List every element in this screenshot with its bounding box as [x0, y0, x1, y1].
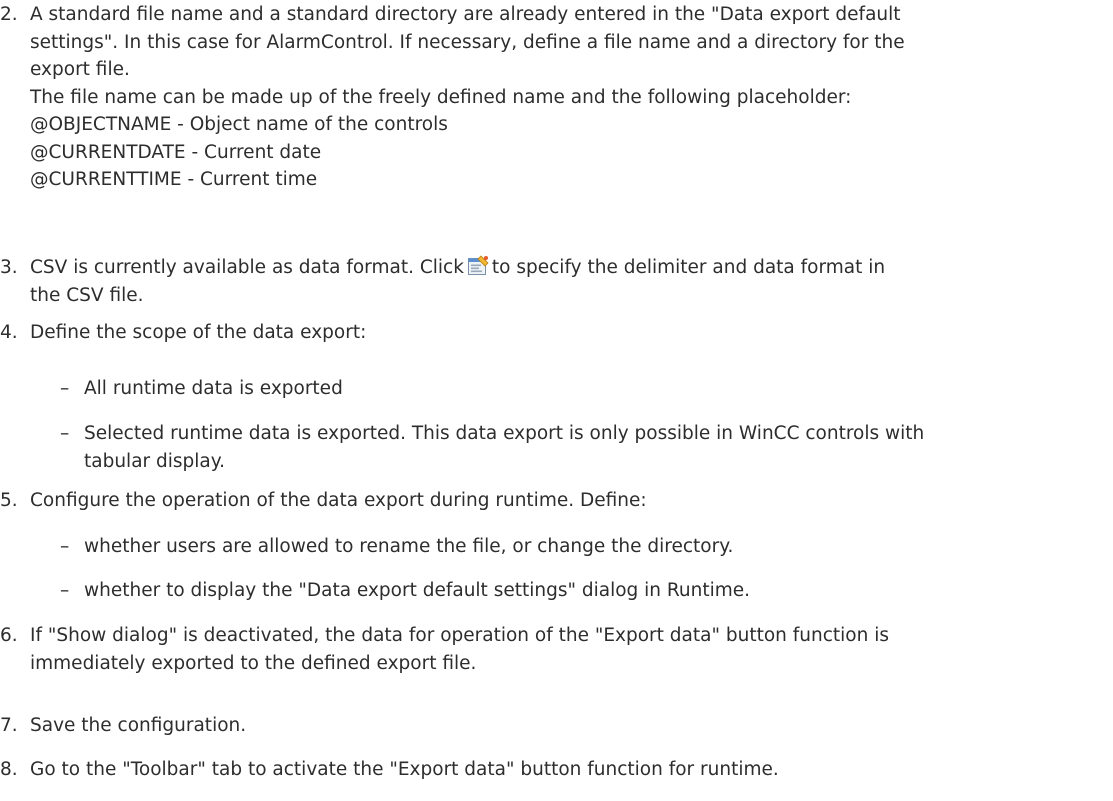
text-line: whether users are allowed to rename the … [84, 536, 734, 557]
step-number: 5. [0, 490, 18, 511]
option-text: whether to display the "Data export defa… [84, 577, 1112, 605]
step-text: If "Show dialog" is deactivated, the dat… [30, 622, 1112, 677]
text-line: whether to display the "Data export defa… [84, 580, 751, 601]
option-text: whether users are allowed to rename the … [84, 533, 1112, 561]
step-text: A standard file name and a standard dire… [30, 1, 1112, 194]
placeholder-currenttime: @CURRENTTIME - Current time [30, 169, 318, 190]
placeholder-objectname: @OBJECTNAME - Object name of the control… [30, 114, 448, 135]
step-text: Save the configuration. [30, 712, 1112, 740]
text-after-icon: to specify the delimiter and data format… [491, 257, 886, 278]
text-line: Save the configuration. [30, 715, 247, 736]
text-line: CSV is currently available as data forma… [30, 254, 1112, 282]
text-line: A standard file name and a standard dire… [30, 4, 901, 25]
step-number: 8. [0, 759, 18, 780]
option-text: Selected runtime data is exported. This … [84, 420, 1112, 475]
step-text: Go to the "Toolbar" tab to activate the … [30, 756, 1112, 784]
text-line: The file name can be made up of the free… [30, 86, 852, 108]
step-number: 2. [0, 4, 18, 25]
text-line: settings". In this case for AlarmControl… [30, 31, 905, 53]
dash-bullet: – [60, 378, 70, 399]
dash-bullet: – [60, 423, 70, 444]
text-line: tabular display. [84, 450, 225, 472]
option-text: All runtime data is exported [84, 375, 1112, 403]
settings-dialog-icon [467, 255, 489, 277]
step-text: Configure the operation of the data expo… [30, 487, 1112, 515]
text-line: Define the scope of the data export: [30, 322, 367, 343]
step-text: CSV is currently available as data forma… [30, 254, 1112, 309]
dash-bullet: – [60, 536, 70, 557]
text-line: Configure the operation of the data expo… [30, 490, 647, 511]
step-number: 7. [0, 715, 18, 736]
step-text: Define the scope of the data export: [30, 319, 1112, 347]
text-line: the CSV file. [30, 284, 144, 306]
text-line: Go to the "Toolbar" tab to activate the … [30, 759, 779, 780]
step-number: 3. [0, 257, 18, 278]
step-number: 4. [0, 322, 18, 343]
text-before-icon: CSV is currently available as data forma… [30, 257, 464, 278]
text-line: If "Show dialog" is deactivated, the dat… [30, 625, 889, 646]
step-number: 6. [0, 625, 18, 646]
dash-bullet: – [60, 580, 70, 601]
placeholder-currentdate: @CURRENTDATE - Current date [30, 141, 322, 163]
text-line: All runtime data is exported [84, 378, 343, 399]
text-line: export file. [30, 59, 130, 80]
text-line: Selected runtime data is exported. This … [84, 423, 925, 444]
text-line: immediately exported to the defined expo… [30, 652, 477, 674]
